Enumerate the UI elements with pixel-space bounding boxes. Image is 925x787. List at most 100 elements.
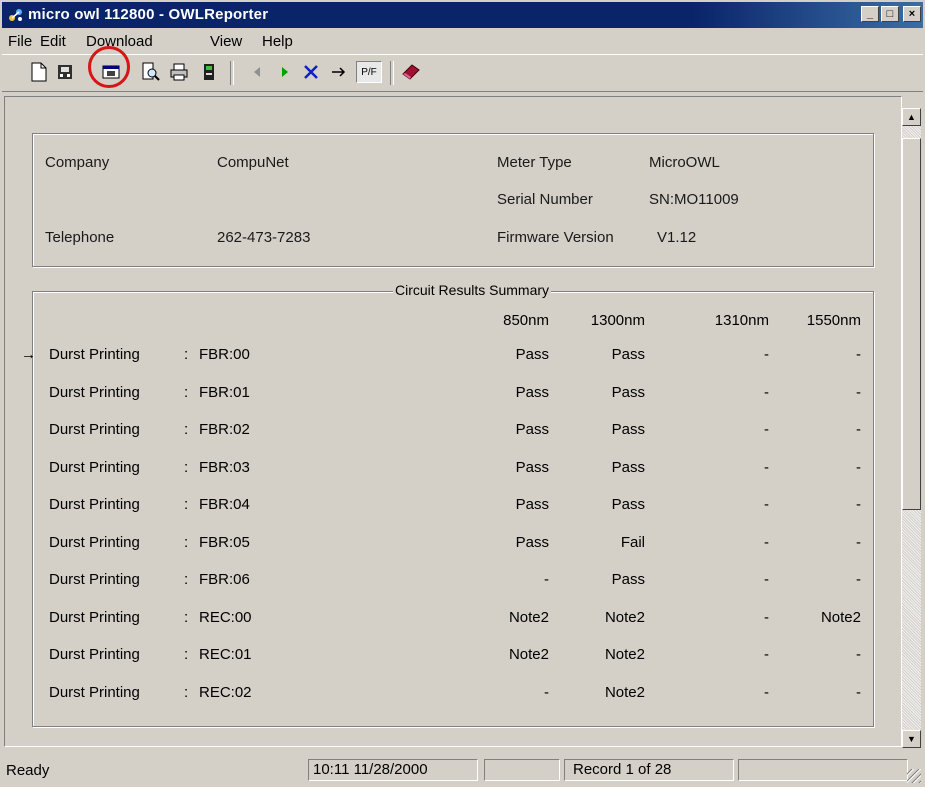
goto-icon[interactable]	[328, 61, 350, 83]
result-1310nm: -	[764, 608, 769, 626]
row-location: Durst Printing	[49, 608, 140, 626]
table-row[interactable]: → Durst Printing: FBR:00 Pass Pass - -	[21, 344, 873, 372]
title-bar[interactable]: micro owl 112800 - OWLReporter _ □ ×	[2, 2, 923, 28]
status-empty-pane-2	[738, 759, 908, 781]
menu-file[interactable]: File	[8, 33, 32, 50]
result-1300nm: Note2	[604, 683, 645, 701]
table-row[interactable]: Durst Printing: FBR:06 - Pass - -	[33, 569, 873, 597]
result-1310nm: -	[764, 421, 769, 438]
scroll-down-button[interactable]: ▼	[902, 730, 921, 748]
status-datetime: 10:11 11/28/2000	[308, 759, 478, 781]
row-location: Durst Printing	[49, 533, 140, 551]
menu-view[interactable]: View	[210, 33, 242, 50]
circuit-results-summary: Circuit Results Summary 850nm 1300nm 131…	[21, 282, 874, 727]
result-850nm: -	[544, 683, 549, 701]
result-1550nm: -	[856, 646, 861, 663]
row-circuit: REC:00	[199, 608, 252, 626]
column-header-1550nm: 1550nm	[806, 312, 861, 329]
previous-icon[interactable]	[246, 61, 268, 83]
close-button[interactable]: ×	[903, 6, 921, 22]
toolbar: P/F	[2, 54, 923, 92]
result-1310nm: -	[764, 383, 769, 401]
meter-icon[interactable]	[198, 61, 220, 83]
row-circuit: FBR:02	[199, 421, 250, 438]
pass-fail-toggle[interactable]: P/F	[356, 61, 382, 83]
download-report-icon[interactable]	[100, 61, 122, 83]
firmware-version-value: V1.12	[657, 229, 697, 246]
download-meter-icon[interactable]	[54, 61, 76, 83]
result-850nm: Pass	[515, 496, 549, 513]
result-1550nm: -	[856, 533, 861, 551]
status-bar: Ready 10:11 11/28/2000 Record 1 of 28	[2, 756, 923, 785]
table-row[interactable]: Durst Printing: FBR:01 Pass Pass - -	[33, 382, 873, 410]
row-separator: :	[184, 383, 189, 401]
row-circuit: REC:02	[199, 683, 252, 701]
minimize-button[interactable]: _	[861, 6, 879, 22]
serial-number-value: SN:MO11009	[649, 191, 739, 208]
result-850nm: Note2	[508, 646, 549, 663]
column-header-1310nm: 1310nm	[714, 312, 769, 329]
row-location: Durst Printing	[49, 646, 140, 663]
result-1300nm: Fail	[620, 533, 645, 551]
table-row[interactable]: Durst Printing: FBR:04 Pass Pass - -	[33, 494, 873, 522]
pass-fail-label: P/F	[361, 66, 377, 78]
result-1550nm: -	[856, 571, 861, 588]
app-window: micro owl 112800 - OWLReporter _ □ × Fil…	[0, 0, 925, 787]
meter-type-value: MicroOWL	[649, 154, 720, 171]
row-separator: :	[184, 608, 189, 626]
row-circuit: FBR:06	[199, 571, 250, 588]
delete-icon[interactable]	[300, 61, 322, 83]
status-text: Ready	[6, 762, 50, 779]
print-icon[interactable]	[168, 61, 190, 83]
result-850nm: Note2	[508, 608, 549, 626]
status-record-text: Record 1 of 28	[573, 761, 672, 778]
table-row[interactable]: Durst Printing: FBR:05 Pass Fail - -	[33, 532, 873, 560]
column-header-1300nm: 1300nm	[590, 312, 645, 329]
menu-help[interactable]: Help	[262, 33, 293, 50]
next-icon[interactable]	[274, 61, 296, 83]
row-separator: :	[184, 346, 189, 363]
print-preview-icon[interactable]	[140, 61, 162, 83]
table-row[interactable]: Durst Printing: FBR:03 Pass Pass - -	[33, 457, 873, 485]
menu-download[interactable]: Download	[86, 33, 153, 50]
menu-edit[interactable]: Edit	[40, 33, 66, 50]
row-separator: :	[184, 571, 189, 588]
result-1300nm: Pass	[611, 383, 645, 401]
result-1550nm: -	[856, 683, 861, 701]
telephone-value: 262-473-7283	[217, 229, 311, 246]
row-separator: :	[184, 496, 189, 513]
result-850nm: Pass	[515, 533, 549, 551]
result-1300nm: Note2	[604, 608, 645, 626]
company-label: Company	[45, 154, 110, 171]
status-datetime-text: 10:11 11/28/2000	[313, 761, 428, 778]
window-title: micro owl 112800 - OWLReporter	[28, 6, 269, 23]
result-1300nm: Pass	[611, 571, 645, 588]
result-1310nm: -	[764, 646, 769, 663]
result-1310nm: -	[764, 346, 769, 363]
result-1300nm: Pass	[611, 496, 645, 513]
vertical-scrollbar[interactable]: ▲ ▼	[902, 108, 921, 748]
toolbar-separator	[230, 61, 234, 85]
table-row[interactable]: Durst Printing: FBR:02 Pass Pass - -	[33, 419, 873, 447]
row-separator: :	[184, 646, 189, 663]
table-row[interactable]: Durst Printing: REC:00 Note2 Note2 - Note2	[33, 607, 873, 635]
result-1310nm: -	[764, 683, 769, 701]
result-1310nm: -	[764, 571, 769, 588]
result-850nm: Pass	[515, 421, 549, 438]
result-1300nm: Pass	[611, 458, 645, 476]
scroll-up-button[interactable]: ▲	[902, 108, 921, 126]
row-circuit: FBR:05	[199, 533, 250, 551]
result-1300nm: Pass	[611, 421, 645, 438]
status-record: Record 1 of 28	[564, 759, 734, 781]
meter-type-label: Meter Type	[497, 154, 572, 171]
table-row[interactable]: Durst Printing: REC:01 Note2 Note2 - -	[33, 644, 873, 672]
maximize-button[interactable]: □	[881, 6, 899, 22]
table-row[interactable]: Durst Printing: REC:02 - Note2 - -	[33, 682, 873, 710]
resize-grip[interactable]	[907, 769, 921, 783]
result-1310nm: -	[764, 458, 769, 476]
scrollbar-thumb[interactable]	[902, 138, 921, 510]
new-document-icon[interactable]	[28, 61, 50, 83]
result-1550nm: -	[856, 458, 861, 476]
row-location: Durst Printing	[49, 458, 140, 476]
book-icon[interactable]	[400, 61, 422, 83]
